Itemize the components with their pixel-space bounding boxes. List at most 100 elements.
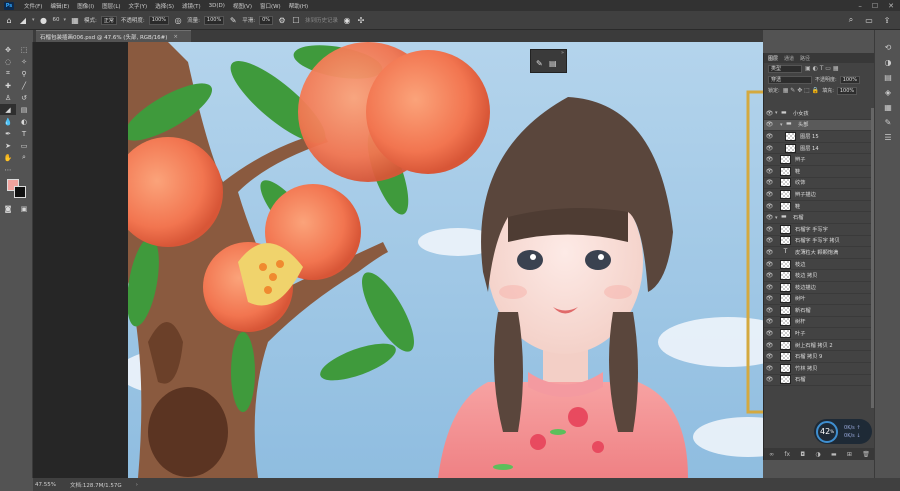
- erase-to-history-checkbox[interactable]: ☐: [291, 15, 301, 25]
- visibility-eye-icon[interactable]: 👁: [764, 168, 775, 175]
- flow-field[interactable]: 100%: [203, 15, 225, 25]
- layer-row[interactable]: 👁 石榴字 手写字 拷贝: [764, 236, 872, 248]
- layer-row[interactable]: 👁 图层 15: [764, 131, 872, 143]
- hand-tool-icon[interactable]: ✋: [0, 152, 16, 163]
- healing-tool-icon[interactable]: ✚: [0, 80, 16, 91]
- layer-row[interactable]: 👁 辫子描边: [764, 189, 872, 201]
- collapse-icon[interactable]: »: [561, 50, 564, 56]
- visibility-eye-icon[interactable]: 👁: [764, 318, 775, 325]
- properties-icon[interactable]: ▤: [875, 70, 900, 85]
- visibility-eye-icon[interactable]: 👁: [764, 133, 775, 140]
- symmetry-icon[interactable]: ✣: [356, 15, 366, 25]
- menu-select[interactable]: 选择(S): [151, 2, 178, 10]
- menu-help[interactable]: 帮助(H): [285, 2, 312, 10]
- layer-row[interactable]: 👁 ▾ ▬ 石榴: [764, 212, 872, 224]
- new-layer-icon[interactable]: ⊞: [847, 451, 852, 458]
- more-tools-icon[interactable]: ⋯: [0, 164, 16, 175]
- eraser-tool-icon[interactable]: ◢: [0, 104, 16, 115]
- blend-mode-select[interactable]: 穿透: [768, 75, 812, 84]
- layer-row[interactable]: 👁 ▾ ▬ 头部: [764, 119, 872, 132]
- menu-edit[interactable]: 编辑(E): [46, 2, 73, 10]
- mask-icon[interactable]: ◘: [800, 451, 805, 458]
- layer-row[interactable]: 👁 辫子: [764, 154, 872, 166]
- clone-stamp-tool-icon[interactable]: ♙: [0, 92, 16, 103]
- smoothing-field[interactable]: 0%: [259, 15, 274, 25]
- brush-icon[interactable]: ✎: [536, 59, 543, 68]
- visibility-eye-icon[interactable]: 👁: [764, 145, 775, 152]
- filter-icons[interactable]: ▣ ◐ T ▭ ▦: [805, 65, 839, 72]
- type-tool-icon[interactable]: T: [16, 128, 32, 139]
- close-window-button[interactable]: ✕: [888, 2, 894, 10]
- share-icon[interactable]: ⇪: [882, 15, 892, 25]
- visibility-eye-icon[interactable]: 👁: [764, 365, 775, 372]
- opacity-field[interactable]: 100%: [148, 15, 170, 25]
- dodge-tool-icon[interactable]: ◐: [16, 116, 32, 127]
- eraser-tool-icon[interactable]: ◢: [18, 15, 28, 25]
- layer-filter-select[interactable]: 类型: [768, 64, 802, 73]
- visibility-eye-icon[interactable]: 👁: [764, 295, 775, 302]
- folder-icon[interactable]: ▬: [831, 451, 837, 458]
- fill-field[interactable]: 100%: [836, 86, 858, 95]
- layer-row[interactable]: 👁 树上石榴 拷贝 2: [764, 340, 872, 352]
- menu-filter[interactable]: 滤镜(T): [178, 2, 205, 10]
- tab-paths[interactable]: 路径: [800, 55, 810, 62]
- mode-select[interactable]: 正常: [100, 15, 117, 25]
- brush-tool-icon[interactable]: ╱: [16, 80, 32, 91]
- visibility-eye-icon[interactable]: 👁: [764, 110, 775, 117]
- background-color-swatch[interactable]: [14, 186, 26, 198]
- magic-wand-tool-icon[interactable]: ✧: [16, 56, 32, 67]
- visibility-eye-icon[interactable]: 👁: [764, 214, 775, 221]
- layer-row[interactable]: 👁 枝边描边: [764, 282, 872, 294]
- layer-row[interactable]: 👁 鞋: [764, 166, 872, 178]
- brush-settings-icon[interactable]: ▦: [70, 15, 80, 25]
- brush-preview-icon[interactable]: ●: [39, 15, 49, 25]
- artwork-canvas[interactable]: [128, 42, 763, 478]
- layer-row[interactable]: 👁 叶子: [764, 328, 872, 340]
- menu-3d[interactable]: 3D(D): [205, 3, 229, 9]
- layer-row[interactable]: 👁 石榴: [764, 375, 872, 387]
- visibility-eye-icon[interactable]: 👁: [764, 237, 775, 244]
- screen-mode-icon[interactable]: ▣: [16, 203, 32, 214]
- history-brush-tool-icon[interactable]: ↺: [16, 92, 32, 103]
- adjustments-icon[interactable]: ◑: [875, 55, 900, 70]
- visibility-eye-icon[interactable]: 👁: [764, 342, 775, 349]
- canvas-area[interactable]: [33, 42, 763, 478]
- blur-tool-icon[interactable]: 💧: [0, 116, 16, 127]
- workspace-icon[interactable]: ▭: [864, 15, 874, 25]
- libraries-icon[interactable]: ☰: [875, 130, 900, 145]
- link-icon[interactable]: ∞: [769, 451, 774, 458]
- document-tab[interactable]: 石榴包装插画006.psd @ 47.6% (头部, RGB/16#) ×: [36, 30, 191, 42]
- home-icon[interactable]: ⌂: [4, 15, 14, 25]
- visibility-eye-icon[interactable]: 👁: [764, 261, 775, 268]
- tool-preset-dropdown[interactable]: ▾: [32, 17, 35, 23]
- menu-window[interactable]: 窗口(W): [256, 2, 285, 10]
- minimize-button[interactable]: –: [858, 2, 862, 10]
- layer-opacity-field[interactable]: 100%: [839, 75, 860, 84]
- visibility-eye-icon[interactable]: 👁: [764, 307, 775, 314]
- visibility-eye-icon[interactable]: 👁: [764, 272, 775, 279]
- layer-row[interactable]: 👁 ▾ ▬ 小女孩: [764, 108, 872, 120]
- visibility-eye-icon[interactable]: 👁: [764, 249, 775, 256]
- close-document-icon[interactable]: ×: [173, 34, 178, 40]
- menu-image[interactable]: 图像(I): [73, 2, 98, 10]
- visibility-eye-icon[interactable]: 👁: [764, 330, 775, 337]
- lock-icons[interactable]: ▦ ✎ ✥ ⬚ 🔒: [783, 87, 820, 94]
- layer-row[interactable]: 👁 树叶: [764, 294, 872, 306]
- visibility-eye-icon[interactable]: 👁: [764, 226, 775, 233]
- color-icon[interactable]: ◈: [875, 85, 900, 100]
- layer-row[interactable]: 👁 竹林 拷贝: [764, 363, 872, 375]
- visibility-eye-icon[interactable]: 👁: [764, 156, 775, 163]
- layer-row[interactable]: 👁 T 皮薄粒大 颗颗饱满: [764, 247, 872, 259]
- fx-icon[interactable]: fx: [784, 451, 790, 458]
- trash-icon[interactable]: 🗑: [862, 451, 870, 458]
- visibility-eye-icon[interactable]: 👁: [764, 179, 775, 186]
- visibility-eye-icon[interactable]: 👁: [764, 191, 775, 198]
- gear-icon[interactable]: ⚙: [277, 15, 287, 25]
- adjustment-icon[interactable]: ◑: [815, 451, 820, 458]
- visibility-eye-icon[interactable]: 👁: [764, 284, 775, 291]
- gradient-tool-icon[interactable]: ▤: [16, 104, 32, 115]
- move-tool-icon[interactable]: ✥: [0, 44, 16, 55]
- layer-row[interactable]: 👁 树杆: [764, 317, 872, 329]
- layer-row[interactable]: 👁 图层 14: [764, 143, 872, 155]
- layer-row[interactable]: 👁 石榴字 手写字: [764, 224, 872, 236]
